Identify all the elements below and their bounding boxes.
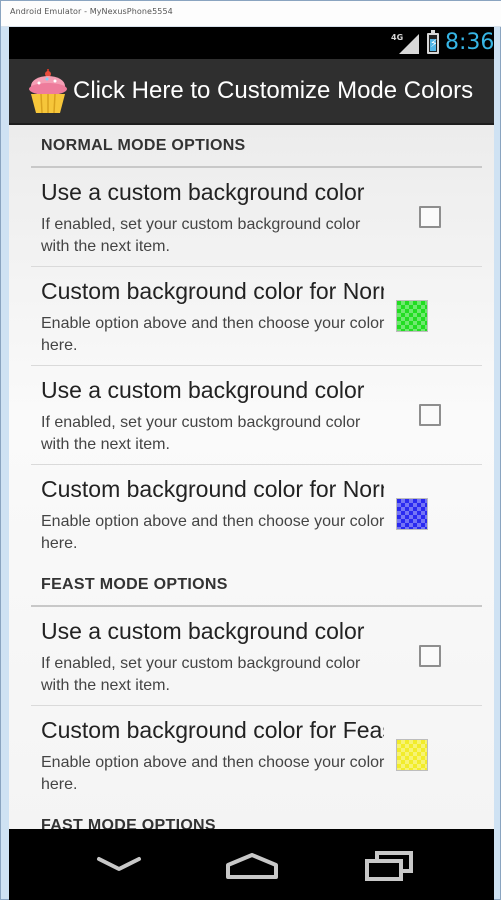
pref-item-custom-bg-toggle[interactable]: Use a custom background color If enabled,… — [9, 168, 494, 267]
pref-summary: If enabled, set your custom background c… — [41, 414, 361, 453]
pref-item-custom-bg-toggle[interactable]: Use a custom background color If enabled,… — [9, 366, 494, 465]
pref-summary: Enable option above and then choose your… — [41, 315, 385, 354]
signal-indicator: 4G — [391, 33, 421, 54]
pref-item-custom-bg-color[interactable]: Custom background color for Normal Enable… — [9, 267, 494, 366]
back-icon[interactable] — [89, 845, 149, 885]
color-swatch[interactable] — [396, 739, 428, 771]
action-bar-title[interactable]: Click Here to Customize Mode Colors — [73, 77, 473, 105]
category-title: FAST MODE OPTIONS — [41, 817, 216, 829]
category-header: NORMAL MODE OPTIONS — [9, 125, 494, 168]
pref-item-custom-bg-color[interactable]: Custom background color for Feast Enable … — [9, 706, 494, 805]
preference-list[interactable]: NORMAL MODE OPTIONS Use a custom backgrou… — [9, 125, 494, 829]
pref-title: Use a custom background color — [41, 179, 365, 205]
pref-checkbox[interactable] — [419, 404, 441, 426]
pref-item-custom-bg-toggle[interactable]: Use a custom background color If enabled,… — [9, 607, 494, 706]
color-swatch[interactable] — [396, 300, 428, 332]
emulator-window: Android Emulator - MyNexusPhone5554 4G ⚡… — [0, 0, 501, 900]
category-title: FEAST MODE OPTIONS — [41, 576, 228, 593]
home-icon[interactable] — [222, 845, 282, 885]
pref-checkbox[interactable] — [419, 206, 441, 228]
pref-title: Custom background color for Normal — [41, 278, 384, 304]
signal-icon — [399, 34, 419, 54]
phone-screen: 4G ⚡ 8:36 Click Here to Customize Mode C… — [9, 27, 494, 900]
action-bar[interactable]: Click Here to Customize Mode Colors — [9, 59, 494, 125]
pref-summary: Enable option above and then choose your… — [41, 513, 385, 552]
pref-checkbox[interactable] — [419, 645, 441, 667]
cupcake-icon — [29, 69, 67, 114]
status-bar: 4G ⚡ 8:36 — [9, 27, 494, 59]
pref-summary: Enable option above and then choose your… — [41, 754, 385, 793]
pref-summary: If enabled, set your custom background c… — [41, 655, 361, 694]
pref-title: Use a custom background color — [41, 618, 365, 644]
window-title: Android Emulator - MyNexusPhone5554 — [10, 7, 173, 16]
color-swatch[interactable] — [396, 498, 428, 530]
pref-item-custom-bg-color[interactable]: Custom background color for Normal Enable… — [9, 465, 494, 564]
pref-title: Use a custom background color — [41, 377, 365, 403]
pref-title: Custom background color for Normal — [41, 476, 384, 502]
category-header: FEAST MODE OPTIONS — [9, 564, 494, 607]
pref-summary: If enabled, set your custom background c… — [41, 216, 361, 255]
category-header: FAST MODE OPTIONS — [9, 805, 494, 829]
navigation-bar — [9, 829, 494, 900]
pref-title: Custom background color for Feast — [41, 717, 384, 743]
recents-icon[interactable] — [359, 845, 419, 885]
window-title-bar: Android Emulator - MyNexusPhone5554 — [1, 1, 501, 27]
category-title: NORMAL MODE OPTIONS — [41, 137, 246, 154]
battery-icon: ⚡ — [427, 30, 439, 54]
status-clock: 8:36 — [445, 30, 494, 55]
